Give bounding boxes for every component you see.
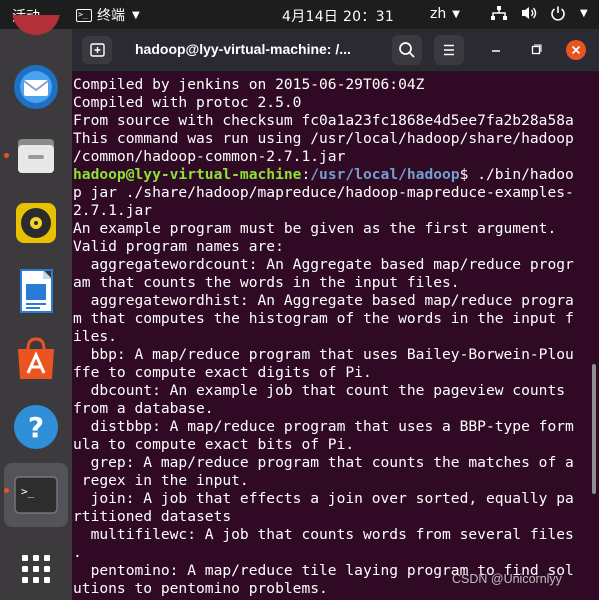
terminal-line: Compiled with protoc 2.5.0: [73, 94, 302, 111]
app-grid-icon[interactable]: [12, 545, 60, 593]
terminal-line: join: A job that effects a join over sor…: [73, 490, 574, 507]
terminal-line: Compiled by jenkins on 2015-06-29T06:04Z: [73, 76, 425, 93]
terminal-line: Valid program names are:: [73, 238, 284, 255]
svg-text:>_: >_: [21, 485, 35, 498]
files-icon[interactable]: [12, 131, 60, 179]
terminal-line: This command was run using /usr/local/ha…: [73, 130, 574, 147]
prompt-path: /usr/local/hadoop: [310, 166, 460, 183]
app-menu-label: 终端: [97, 8, 125, 24]
clock[interactable]: 4月14日 20：31: [282, 6, 394, 26]
chevron-down-icon: ▼: [452, 8, 460, 20]
chevron-down-icon: ▼: [132, 9, 140, 21]
close-icon: [571, 45, 581, 55]
terminal-line: p jar ./share/hadoop/mapreduce/hadoop-ma…: [73, 184, 574, 201]
input-method-menu[interactable]: zh ▼: [430, 6, 460, 22]
top-panel: 活动 >_ 终端 ▼ 4月14日 20：31 zh ▼ ▼: [0, 0, 599, 29]
help-icon[interactable]: ?: [12, 403, 60, 451]
terminal-icon[interactable]: >_: [12, 471, 60, 519]
terminal-output-after-prompt: p jar ./share/hadoop/mapreduce/hadoop-ma…: [73, 184, 574, 597]
terminal-line: rtitioned datasets: [73, 508, 232, 525]
terminal-line: An example program must be given as the …: [73, 220, 557, 237]
watermark: CSDN @Unicornlyy: [452, 572, 562, 586]
terminal-line: aggregatewordhist: An Aggregate based ma…: [73, 292, 574, 309]
svg-text:?: ?: [28, 411, 44, 444]
terminal-line: from a database.: [73, 400, 214, 417]
partial-app-icon[interactable]: [12, 15, 60, 35]
terminal-line: /common/hadoop-common-2.7.1.jar: [73, 148, 346, 165]
search-icon: [399, 42, 415, 58]
terminal-line: ula to compute exact bits of Pi.: [73, 436, 355, 453]
maximize-icon: [531, 44, 542, 55]
window-title: hadoop@lyy-virtual-machine: /...: [135, 41, 351, 57]
terminal-line: multifilewc: A job that counts words fro…: [73, 526, 574, 543]
terminal-line: grep: A map/reduce program that counts t…: [73, 454, 574, 471]
terminal-line: m that computes the histogram of the wor…: [73, 310, 574, 327]
running-indicator: [4, 488, 9, 493]
terminal-line: regex in the input.: [73, 472, 249, 489]
search-button[interactable]: [392, 35, 422, 65]
terminal-window: hadoop@lyy-virtual-machine: /... Compile…: [72, 29, 599, 600]
menu-button[interactable]: [434, 35, 464, 65]
terminal-line: iles.: [73, 328, 117, 345]
terminal-line: From source with checksum fc0a1a23fc1868…: [73, 112, 574, 129]
terminal-output-before-prompt: Compiled by jenkins on 2015-06-29T06:04Z…: [73, 76, 574, 165]
prompt-user-host: hadoop@lyy-virtual-machine: [73, 166, 302, 183]
rhythmbox-icon[interactable]: [12, 199, 60, 247]
chevron-down-icon: ▼: [580, 7, 588, 19]
terminal-line: am that counts the words in the input fi…: [73, 274, 460, 291]
writer-icon[interactable]: [12, 267, 60, 315]
new-tab-icon: [90, 43, 105, 57]
terminal-line: bbp: A map/reduce program that uses Bail…: [73, 346, 574, 363]
maximize-button[interactable]: [526, 40, 546, 60]
terminal-app-icon: >_: [76, 8, 92, 22]
terminal-output[interactable]: Compiled by jenkins on 2015-06-29T06:04Z…: [73, 76, 593, 598]
input-method-label: zh: [430, 6, 447, 22]
volume-icon: [522, 7, 537, 19]
network-icon: [491, 6, 507, 20]
terminal-line: 2.7.1.jar: [73, 202, 153, 219]
terminal-line: dbcount: An example job that count the p…: [73, 382, 566, 399]
terminal-line: .: [73, 544, 82, 561]
power-icon: [551, 6, 565, 21]
minimize-button[interactable]: [486, 40, 506, 60]
scrollbar[interactable]: [592, 364, 596, 494]
system-menu[interactable]: ▼: [490, 5, 588, 21]
hamburger-menu-icon: [444, 44, 454, 56]
close-button[interactable]: [566, 40, 586, 60]
software-icon[interactable]: [12, 335, 60, 383]
running-indicator: [4, 153, 9, 158]
terminal-line: distbbp: A map/reduce program that uses …: [73, 418, 574, 435]
thunderbird-icon[interactable]: [12, 63, 60, 111]
prompt-command: $ ./bin/hadoo: [459, 166, 574, 183]
terminal-line: aggregatewordcount: An Aggregate based m…: [73, 256, 574, 273]
prompt-colon: :: [301, 166, 311, 183]
app-menu[interactable]: >_ 终端 ▼: [76, 4, 140, 26]
terminal-line: ffe to compute exact digits of Pi.: [73, 364, 372, 381]
new-tab-button[interactable]: [82, 36, 112, 64]
minimize-icon: [492, 50, 500, 52]
window-header[interactable]: hadoop@lyy-virtual-machine: /...: [72, 29, 599, 72]
dock: ? >_: [0, 15, 72, 600]
terminal-line: utions to pentomino problems.: [73, 580, 328, 597]
